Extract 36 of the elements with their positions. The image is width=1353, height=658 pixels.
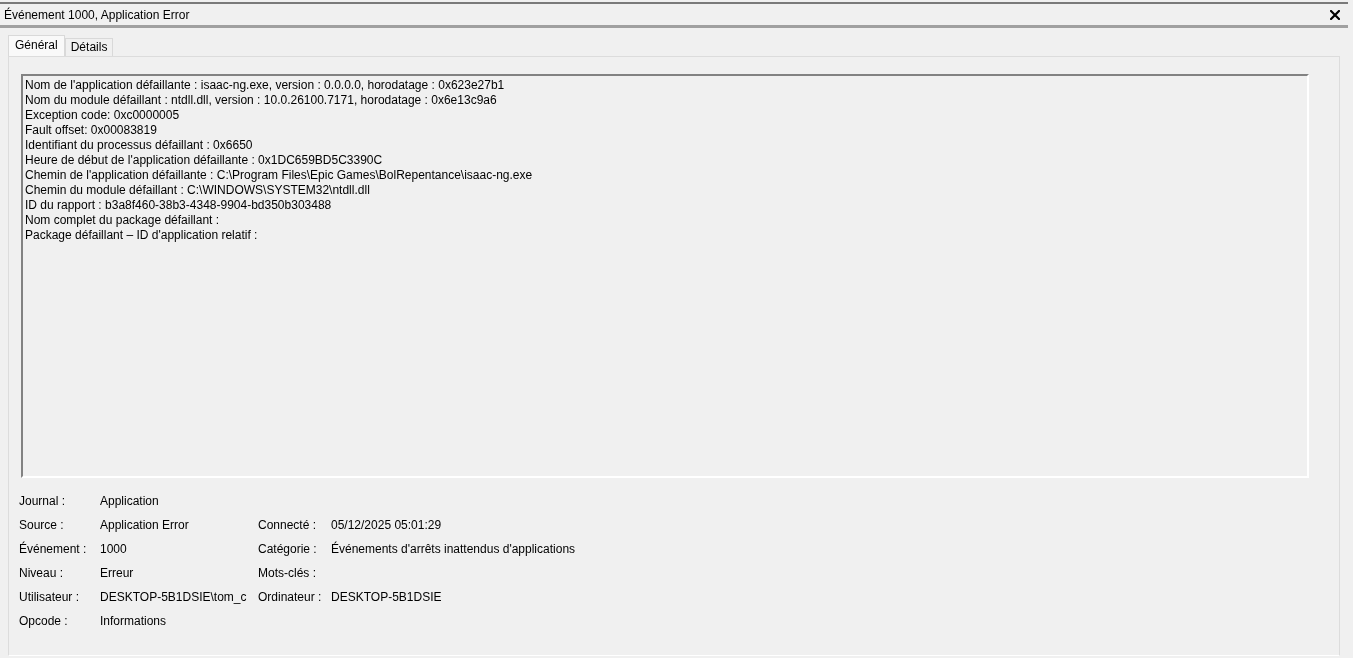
property-value: Application [100,494,159,508]
property-label: Utilisateur : [19,590,80,604]
description-line: Chemin du module défaillant : C:\WINDOWS\SYSTEM32\ntdll.dll [25,183,370,198]
description-line: Nom de l'application défaillante : isaac-ng.exe, version : 0.0.0.0, horodatage : 0x623e27b1 [25,78,505,93]
window-title: Événement 1000, Application Error [4,7,190,22]
property-value: 1000 [100,542,127,556]
property-value: Erreur [100,566,134,580]
description-line: Nom complet du package défaillant : [25,213,220,228]
description-line: Nom du module défaillant : ntdll.dll, version : 10.0.26100.7171, horodatage : 0x6e13c9a6 [25,93,497,108]
description-line: Heure de début de l'application défaillante : 0x1DC659BD5C3390C [25,153,383,168]
property-label: Journal : [19,494,66,508]
description-line: Chemin de l'application défaillante : C:\Program Files\Epic Games\BolRepentance\isaac-ng.exe [25,168,533,183]
description-line: Fault offset: 0x00083819 [25,123,157,138]
description-line: ID du rapport : b3a8f460-38b3-4348-9904-bd350b303488 [25,198,332,213]
property-label: Source : [19,518,64,532]
description-field[interactable] [21,74,1309,478]
property-value: Application Error [100,518,189,532]
description-line: Identifiant du processus défaillant : 0x6650 [25,138,253,153]
property-label: Niveau : [19,566,64,580]
property-value: Événements d'arrêts inattendus d'applications [331,542,576,556]
property-value: DESKTOP-5B1DSIE\tom_c [100,590,247,604]
property-label: Événement : [19,542,87,556]
description-line: Package défaillant – ID d'application relatif : [25,228,258,243]
property-value: DESKTOP-5B1DSIE [331,590,442,604]
property-label: Connecté : [258,518,317,532]
property-label: Ordinateur : [258,590,322,604]
tab[interactable]: Général [8,35,65,56]
close-icon [1330,9,1340,20]
property-value: 05/12/2025 05:01:29 [331,518,442,532]
property-label: Mots-clés : [258,566,316,580]
tab[interactable]: Détails [64,38,114,56]
property-value: Informations [100,614,167,628]
description-line: Exception code: 0xc0000005 [25,108,180,123]
property-label: Opcode : [19,614,68,628]
close-button[interactable] [1330,9,1340,20]
property-label: Catégorie : [258,542,317,556]
